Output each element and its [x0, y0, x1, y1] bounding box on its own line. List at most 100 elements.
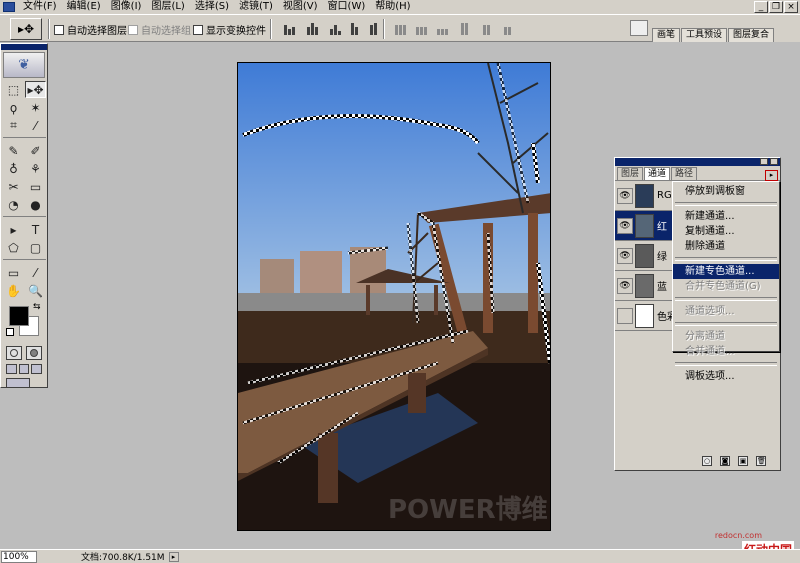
menu-item-delete-channel[interactable]: 删除通道: [673, 239, 779, 254]
tool-preset-picker[interactable]: ▸✥: [10, 18, 42, 40]
eye-icon[interactable]: 👁: [617, 187, 633, 204]
tab-layer-comps[interactable]: 图层复合: [728, 28, 775, 42]
menu-help[interactable]: 帮助(H): [370, 0, 415, 14]
gradient-tool-icon[interactable]: ▭: [25, 178, 46, 195]
checkbox-box: [128, 24, 138, 35]
photo-image: POWER博维: [238, 63, 550, 530]
panel-menu-button[interactable]: ▸: [765, 170, 778, 181]
site-watermark-url: redocn.com: [714, 531, 762, 540]
save-selection-icon[interactable]: ◙: [720, 456, 730, 466]
zoom-field[interactable]: 100%: [1, 550, 37, 563]
hand-tool-icon[interactable]: ✋: [3, 282, 24, 299]
menu-window[interactable]: 窗口(W): [323, 0, 371, 14]
menu-filter[interactable]: 滤镜(T): [234, 0, 278, 14]
healing-brush-tool-icon[interactable]: ✎: [3, 142, 24, 159]
quickmask-mode-icon[interactable]: [26, 346, 42, 360]
clone-stamp-tool-icon[interactable]: ♁: [3, 160, 24, 177]
tab-paths[interactable]: 路径: [671, 167, 698, 180]
channels-flyout-menu: 停放到调板窗 新建通道... 复制通道... 删除通道 新建专色通道... 合并…: [672, 181, 780, 382]
menu-item-new-spot-channel[interactable]: 新建专色通道...: [673, 264, 779, 279]
fullscreen-icon[interactable]: [31, 364, 43, 374]
eye-icon[interactable]: 👁: [617, 277, 633, 294]
menu-file[interactable]: 文件(F): [18, 0, 62, 14]
default-colors-icon[interactable]: [6, 328, 14, 336]
feather-logo-icon[interactable]: ❦: [3, 52, 45, 78]
channel-label: 绿: [657, 252, 667, 263]
menu-view[interactable]: 视图(V): [278, 0, 323, 14]
menu-item-palette-options[interactable]: 调板选项...: [673, 369, 779, 384]
status-menu-arrow-icon[interactable]: ▸: [168, 551, 179, 562]
menu-select[interactable]: 选择(S): [190, 0, 234, 14]
swap-colors-icon[interactable]: ⇆: [33, 302, 41, 312]
document-canvas[interactable]: POWER博维: [237, 62, 551, 531]
auto-select-group-checkbox: 自动选择组: [128, 22, 191, 37]
tab-layers[interactable]: 图层: [617, 167, 644, 180]
menu-separator: [675, 202, 777, 206]
path-selection-tool-icon[interactable]: ▸: [3, 221, 24, 238]
lasso-tool-icon[interactable]: ϙ: [3, 99, 24, 116]
new-channel-icon[interactable]: ▣: [738, 456, 748, 466]
panel-footer: ○ ◙ ▣ 🗑: [615, 454, 780, 468]
menu-separator: [675, 322, 777, 326]
rectangle-tool-icon[interactable]: ▢: [25, 239, 46, 256]
standard-mode-icon[interactable]: [6, 346, 22, 360]
show-transform-checkbox[interactable]: 显示变换控件: [193, 22, 266, 37]
jump-to-imageready-icon[interactable]: [6, 378, 30, 388]
load-selection-icon[interactable]: ○: [702, 456, 712, 466]
auto-select-group-label: 自动选择组: [141, 26, 191, 37]
distribute-bottom-icon: [433, 21, 451, 35]
panel-minimize-button[interactable]: [760, 158, 768, 165]
quickmask-modes: [1, 344, 47, 362]
show-transform-label: 显示变换控件: [206, 26, 266, 37]
close-button[interactable]: ×: [784, 1, 798, 13]
align-left-icon[interactable]: [345, 21, 363, 35]
restore-button[interactable]: ❐: [769, 1, 783, 13]
blur-tool-icon[interactable]: ◔: [3, 196, 24, 213]
fullscreen-menu-icon[interactable]: [18, 364, 30, 374]
align-vcenter-icon[interactable]: [303, 21, 321, 35]
eye-icon[interactable]: 👁: [617, 217, 633, 234]
menu-layer[interactable]: 图层(L): [146, 0, 189, 14]
panel-titlebar[interactable]: [615, 158, 780, 166]
toolbox-titlebar[interactable]: [1, 44, 47, 50]
pen-tool-icon[interactable]: ⬠: [3, 239, 24, 256]
zoom-tool-icon[interactable]: 🔍: [25, 282, 46, 299]
menu-edit[interactable]: 编辑(E): [62, 0, 106, 14]
align-top-icon[interactable]: [280, 21, 298, 35]
menu-item-new-channel[interactable]: 新建通道...: [673, 209, 779, 224]
foreground-color-swatch[interactable]: [9, 306, 29, 326]
menu-image[interactable]: 图像(I): [106, 0, 147, 14]
notes-tool-icon[interactable]: ▭: [3, 264, 24, 281]
align-hcenter-icon[interactable]: [364, 21, 382, 35]
checkbox-box[interactable]: [54, 24, 64, 35]
type-tool-icon[interactable]: T: [25, 221, 46, 238]
file-browser-icon[interactable]: [630, 20, 648, 36]
eye-icon[interactable]: 👁: [617, 247, 633, 264]
dodge-tool-icon[interactable]: ●: [25, 196, 46, 213]
checkbox-box[interactable]: [193, 24, 203, 35]
eraser-tool-icon[interactable]: ✂: [3, 178, 24, 195]
photoshop-icon[interactable]: [3, 2, 15, 12]
magic-wand-tool-icon[interactable]: ✶: [25, 99, 46, 116]
slice-tool-icon[interactable]: ⁄: [25, 117, 46, 134]
tab-brushes[interactable]: 画笔: [652, 28, 681, 42]
distribute-right-icon: [498, 21, 516, 35]
align-bottom-icon[interactable]: [326, 21, 344, 35]
menu-item-dock-to-well[interactable]: 停放到调板窗: [673, 184, 779, 199]
window-controls: _ ❐ ×: [754, 1, 798, 13]
eyedropper-tool-icon[interactable]: ⁄: [25, 264, 46, 281]
tab-tool-presets[interactable]: 工具预设: [681, 28, 728, 42]
history-brush-tool-icon[interactable]: ⚘: [25, 160, 46, 177]
crop-tool-icon[interactable]: ⌗: [3, 117, 24, 134]
marquee-tool-icon[interactable]: ⬚: [3, 81, 24, 98]
minimize-button[interactable]: _: [754, 1, 768, 13]
move-tool-icon[interactable]: ▸✥: [25, 81, 46, 98]
trash-icon[interactable]: 🗑: [756, 456, 766, 466]
eye-icon[interactable]: [617, 307, 633, 324]
standard-screen-icon[interactable]: [6, 364, 17, 374]
auto-select-layer-checkbox[interactable]: 自动选择图层: [54, 22, 127, 37]
menu-item-duplicate-channel[interactable]: 复制通道...: [673, 224, 779, 239]
tab-channels[interactable]: 通道: [644, 167, 671, 180]
brush-tool-icon[interactable]: ✐: [25, 142, 46, 159]
panel-close-button[interactable]: [770, 158, 778, 165]
